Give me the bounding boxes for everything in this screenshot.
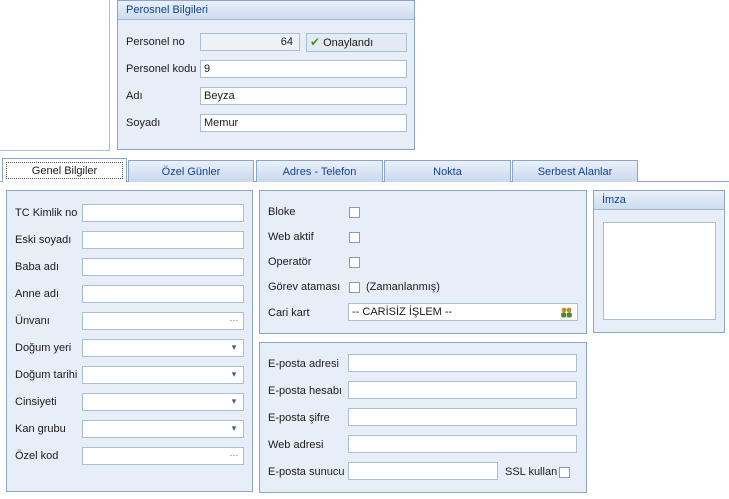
father-name-label: Baba adı	[15, 261, 60, 273]
blood-group-select[interactable]: ▾	[82, 420, 244, 438]
special-code-field[interactable]: ···	[82, 447, 244, 465]
father-name-field[interactable]	[82, 258, 244, 276]
account-card-field[interactable]: -- CARİSİZ İŞLEM --	[348, 303, 578, 321]
task-assignment-label: Görev ataması	[268, 281, 341, 293]
task-assignment-checkbox[interactable]	[349, 282, 360, 293]
email-password-label: E-posta şifre	[268, 412, 330, 424]
email-account-field[interactable]	[348, 381, 577, 399]
tc-label: TC Kimlik no	[15, 207, 78, 219]
mother-name-label: Anne adı	[15, 288, 60, 300]
tab-address-phone[interactable]: Adres - Telefon	[256, 160, 383, 182]
signature-group: İmza	[593, 190, 725, 333]
ellipsis-icon[interactable]: ···	[227, 314, 241, 328]
ssl-checkbox[interactable]	[559, 467, 570, 478]
email-address-label: E-posta adresi	[268, 358, 339, 370]
email-server-label: E-posta sunucu	[268, 466, 345, 478]
tab-special-days[interactable]: Özel Günler	[128, 160, 254, 182]
blocked-checkbox[interactable]	[349, 207, 360, 218]
focus-indicator	[6, 162, 123, 179]
blood-group-label: Kan grubu	[15, 423, 66, 435]
mother-name-field[interactable]	[82, 285, 244, 303]
birthplace-select[interactable]: ▾	[82, 339, 244, 357]
approved-label: Onaylandı	[323, 37, 374, 49]
signature-image-box[interactable]	[603, 222, 716, 320]
general-info-panel: TC Kimlik no Eski soyadı Baba adı Anne a…	[6, 190, 253, 492]
flags-panel: Bloke Web aktif Operatör Görev ataması (…	[259, 190, 587, 334]
ellipsis-icon[interactable]: ···	[227, 449, 241, 463]
tab-special-days-label: Özel Günler	[161, 166, 221, 178]
gender-label: Cinsiyeti	[15, 396, 57, 408]
chevron-down-icon[interactable]: ▾	[227, 341, 241, 355]
account-card-label: Cari kart	[268, 307, 310, 319]
tab-point-label: Nokta	[433, 166, 462, 178]
email-password-field[interactable]	[348, 408, 577, 426]
surname-label: Soyadı	[126, 117, 161, 129]
email-address-field[interactable]	[348, 354, 577, 372]
chevron-down-icon[interactable]: ▾	[227, 395, 241, 409]
name-field[interactable]: Beyza	[200, 87, 407, 105]
web-active-checkbox[interactable]	[349, 232, 360, 243]
checkmark-icon: ✔	[310, 35, 321, 49]
web-address-field[interactable]	[348, 435, 577, 453]
prev-surname-label: Eski soyadı	[15, 234, 72, 246]
tc-field[interactable]	[82, 204, 244, 222]
email-account-label: E-posta hesabı	[268, 385, 342, 397]
chevron-down-icon[interactable]: ▾	[227, 368, 241, 382]
tab-free-fields-label: Serbest Alanlar	[537, 166, 613, 178]
title-field[interactable]: ···	[82, 312, 244, 330]
name-label: Adı	[126, 90, 143, 102]
blocked-label: Bloke	[268, 206, 296, 218]
web-address-label: Web adresi	[268, 439, 324, 451]
personnel-info-title: Perosnel Bilgileri	[118, 1, 414, 20]
special-code-label: Özel kod	[15, 450, 59, 462]
birthplace-label: Doğum yeri	[15, 342, 72, 354]
title-label: Ünvanı	[15, 315, 50, 327]
tab-address-phone-label: Adres - Telefon	[282, 166, 357, 178]
operator-checkbox[interactable]	[349, 257, 360, 268]
scheduled-label: (Zamanlanmış)	[366, 281, 440, 293]
tab-general[interactable]: Genel Bilgiler	[2, 158, 127, 182]
ssl-label: SSL kullan	[505, 466, 558, 478]
tab-point[interactable]: Nokta	[384, 160, 511, 182]
birthdate-label: Doğum tarihi	[15, 369, 78, 381]
account-card-value: -- CARİSİZ İŞLEM --	[352, 306, 453, 318]
operator-label: Operatör	[268, 256, 312, 268]
surname-field[interactable]: Memur	[200, 114, 407, 132]
people-lookup-icon[interactable]	[560, 306, 573, 319]
email-panel: E-posta adresi E-posta hesabı E-posta şi…	[259, 342, 587, 493]
signature-title: İmza	[594, 191, 724, 210]
email-server-field[interactable]	[348, 462, 498, 480]
personnel-no-field: 64	[200, 33, 300, 51]
personnel-code-field[interactable]: 9	[200, 60, 407, 78]
gender-select[interactable]: ▾	[82, 393, 244, 411]
prev-surname-field[interactable]	[82, 231, 244, 249]
tab-free-fields[interactable]: Serbest Alanlar	[512, 160, 638, 182]
personnel-code-label: Personel kodu	[126, 63, 197, 75]
photo-box[interactable]	[0, 0, 110, 151]
birthdate-select[interactable]: ▾	[82, 366, 244, 384]
web-active-label: Web aktif	[268, 231, 314, 243]
chevron-down-icon[interactable]: ▾	[227, 422, 241, 436]
personnel-info-group: Perosnel Bilgileri Personel no 64 ✔ Onayl…	[117, 0, 415, 150]
approved-status: ✔ Onaylandı	[306, 33, 407, 52]
personnel-no-label: Personel no	[126, 36, 185, 48]
